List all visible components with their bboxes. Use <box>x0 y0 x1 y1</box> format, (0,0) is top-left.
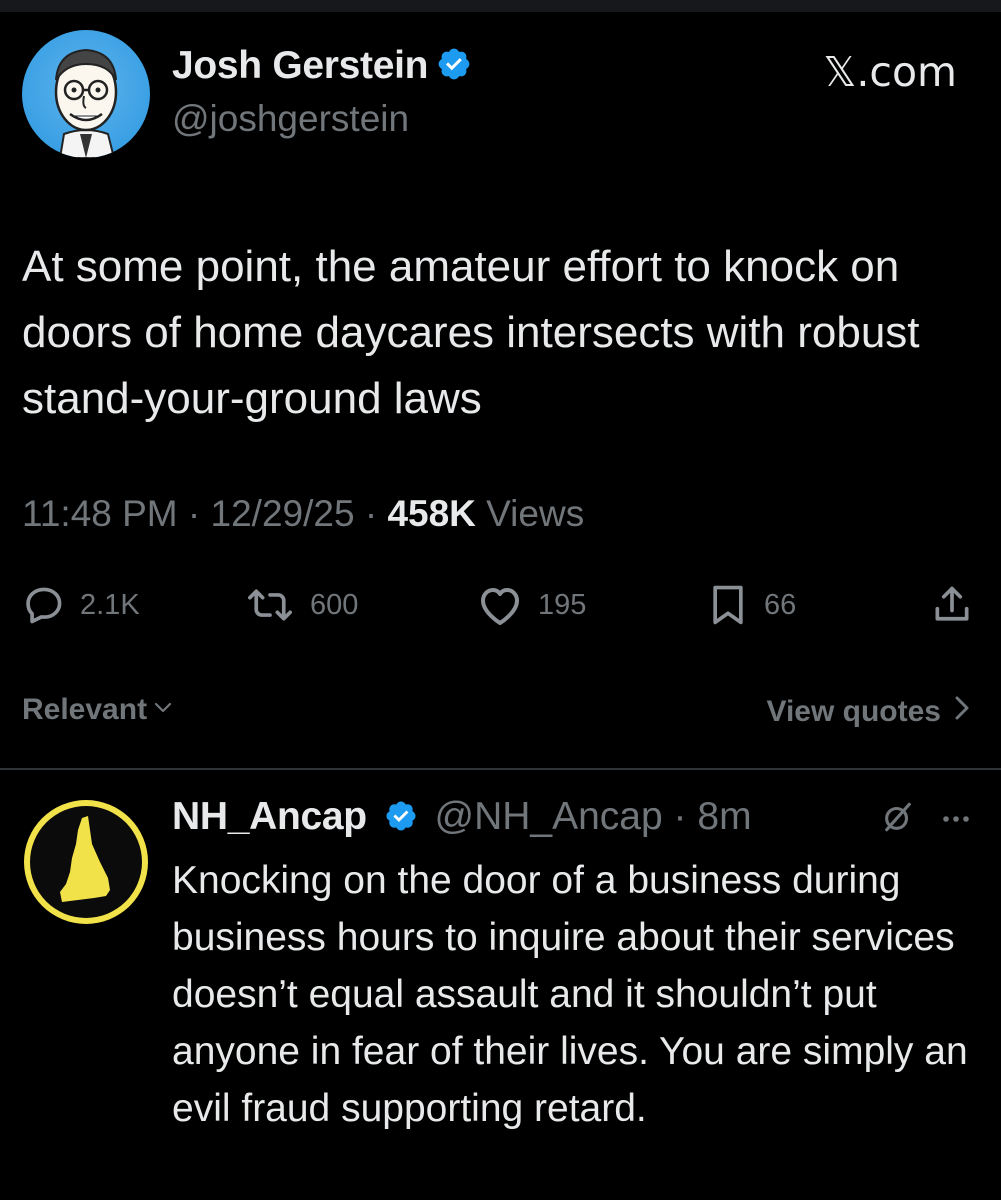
reply-header: NH_Ancap @NH_Ancap · 8m <box>172 795 752 843</box>
reply-author-avatar[interactable] <box>24 800 148 924</box>
reply-text: Knocking on the door of a business durin… <box>172 859 968 1130</box>
chevron-right-icon <box>951 693 973 731</box>
grok-icon[interactable] <box>881 800 915 839</box>
verified-badge-icon <box>436 46 472 92</box>
bookmark-button[interactable]: 66 <box>706 580 796 630</box>
share-button[interactable] <box>930 580 974 630</box>
verified-badge-icon <box>384 799 418 843</box>
sort-replies-dropdown[interactable]: Relevant <box>22 693 175 727</box>
view-quotes-label: View quotes <box>766 695 942 728</box>
repost-button[interactable]: 600 <box>244 580 358 630</box>
repost-count: 600 <box>310 588 359 621</box>
repost-icon <box>244 583 296 627</box>
meta-separator: · <box>673 795 687 838</box>
author-display-name[interactable]: Josh Gerstein <box>172 44 472 92</box>
share-icon <box>930 583 974 627</box>
views-label: Views <box>486 493 585 534</box>
meta-separator: · <box>187 493 211 534</box>
reply-icon <box>22 583 66 627</box>
reply-button[interactable]: 2.1K <box>22 580 140 630</box>
new-hampshire-map-icon <box>60 816 110 902</box>
reply-handle[interactable]: @NH_Ancap <box>435 795 663 838</box>
like-button[interactable]: 195 <box>476 580 586 630</box>
divider <box>0 768 1001 770</box>
like-count: 195 <box>538 588 587 621</box>
author-handle[interactable]: @joshgerstein <box>172 98 409 140</box>
reply-count: 2.1K <box>80 588 140 621</box>
tweet-date[interactable]: 12/29/25 <box>211 493 355 534</box>
reply-display-name[interactable]: NH_Ancap <box>172 795 367 838</box>
tweet-meta: 11:48 PM · 12/29/25 · 458K Views <box>22 493 584 535</box>
sort-label: Relevant <box>22 693 148 726</box>
reply-actions <box>881 800 971 839</box>
top-strip <box>0 0 1001 12</box>
more-icon[interactable] <box>941 811 971 829</box>
bookmark-count: 66 <box>764 588 797 621</box>
author-name-text: Josh Gerstein <box>172 44 429 87</box>
site-label: 𝕏.com <box>823 48 957 96</box>
author-avatar[interactable] <box>22 30 150 158</box>
caricature-avatar-image <box>54 48 118 158</box>
views-count: 458K <box>387 493 476 534</box>
like-icon <box>476 583 524 627</box>
tweet-time[interactable]: 11:48 PM <box>22 493 178 534</box>
action-bar: 2.1K 600 195 66 <box>0 580 1001 630</box>
meta-separator: · <box>364 493 388 534</box>
reply-time[interactable]: 8m <box>697 795 751 838</box>
tweet-text: At some point, the amateur effort to kno… <box>22 242 920 423</box>
chevron-down-icon <box>151 693 175 727</box>
bookmark-icon <box>706 583 750 627</box>
view-quotes-link[interactable]: View quotes <box>767 693 974 731</box>
